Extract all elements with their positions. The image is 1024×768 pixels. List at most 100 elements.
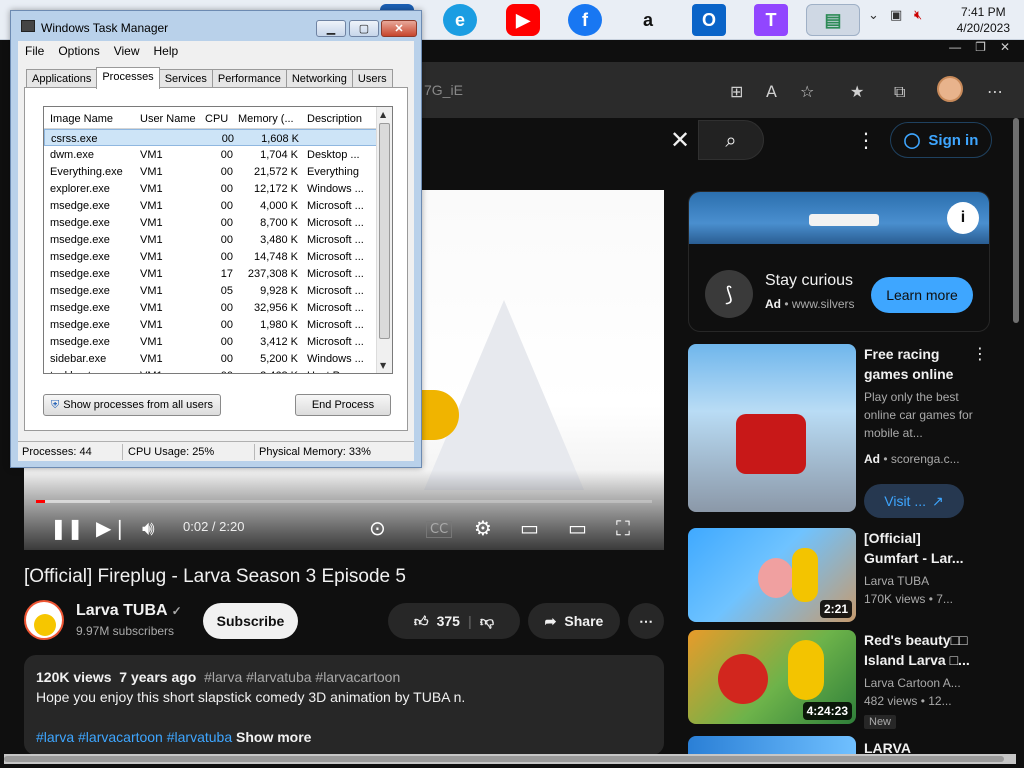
autoplay-toggle-icon[interactable]: ⊙ [369,516,386,540]
learn-more-button[interactable]: Learn more [871,277,973,313]
network-icon[interactable]: ▣ [890,8,902,23]
process-row[interactable]: Everything.exe VM1 00 21,572 K Everything [44,163,378,180]
more-options-icon[interactable]: ⋮ [856,128,876,152]
process-row[interactable]: msedge.exe VM1 00 1,980 K Microsoft ... [44,316,378,333]
process-row[interactable]: sidebar.exe VM1 00 5,200 K Windows ... [44,350,378,367]
edge-icon[interactable]: e [443,4,477,36]
profile-avatar[interactable] [937,76,963,102]
task-manager-window[interactable]: Windows Task Manager ▁ ▢ ✕ File Options … [10,10,422,468]
twitch-icon[interactable]: T [754,4,788,36]
clear-search-icon[interactable]: ✕ [670,126,690,154]
clock[interactable]: 7:41 PM 4/20/2023 [957,4,1010,36]
recommendation-item[interactable]: LARVA [688,736,988,756]
page-scrollbar[interactable] [1013,118,1019,323]
ad-card[interactable]: i ⟆ Stay curious Ad • www.silvers Learn … [688,191,990,332]
process-table-scrollbar[interactable]: ▲ ▼ [376,107,392,373]
channel-name[interactable]: Larva TUBA ✓ [76,602,182,620]
more-actions-button[interactable]: ⋯ [628,603,664,639]
process-row[interactable]: taskhost.exe VM1 00 2,468 K Host Proc... [44,367,378,373]
amazon-icon[interactable]: a [631,4,665,36]
tab-processes[interactable]: Processes [96,67,160,89]
top-hashtags[interactable]: #larva #larvatuba #larvacartoon [204,669,400,685]
task-manager-running-icon[interactable]: ▤ [806,4,860,36]
outlook-icon[interactable]: O [692,4,726,36]
process-row[interactable]: msedge.exe VM1 00 3,480 K Microsoft ... [44,231,378,248]
rec-menu-icon[interactable]: ⋮ [972,344,988,363]
apps-icon[interactable]: ⊞ [730,82,743,101]
like-icon[interactable]: 👍︎ [414,613,429,630]
tm-maximize-button[interactable]: ▢ [349,20,379,37]
collections-icon[interactable]: ⧉ [894,82,905,102]
restore-icon[interactable]: ❐ [975,40,986,58]
col-cpu[interactable]: CPU [205,113,233,125]
process-row[interactable]: dwm.exe VM1 00 1,704 K Desktop ... [44,146,378,163]
recommendation-ad[interactable]: Free racing games online ⋮ Play only the… [688,344,988,518]
larva-thumbnail[interactable] [688,736,856,754]
fullscreen-icon[interactable]: ⛶ [616,516,630,540]
progress-bar[interactable] [36,500,652,503]
menu-options[interactable]: Options [51,41,106,61]
tray-chevron-icon[interactable]: ⌄ [868,8,879,23]
col-user-name[interactable]: User Name [140,113,200,125]
youtube-icon[interactable]: ▶ [506,4,540,36]
favorites-icon[interactable]: ★ [850,82,864,101]
facebook-icon[interactable]: f [568,4,602,36]
process-row[interactable]: msedge.exe VM1 00 8,700 K Microsoft ... [44,214,378,231]
tm-minimize-button[interactable]: ▁ [316,20,346,37]
close-icon[interactable]: ✕ [1000,40,1010,58]
tab-users[interactable]: Users [351,69,393,88]
pause-icon[interactable]: ❚❚ [50,516,84,540]
gumfart-thumbnail[interactable]: 2:21 [688,528,856,622]
channel-avatar[interactable] [24,600,64,640]
tab-services[interactable]: Services [158,69,213,88]
col-description[interactable]: Description [307,113,375,125]
read-aloud-icon[interactable]: A [766,82,777,101]
add-favorite-icon[interactable]: ☆ [800,82,814,101]
island-thumbnail[interactable]: 4:24:23 [688,630,856,724]
tab-networking[interactable]: Networking [285,69,353,88]
miniplayer-icon[interactable]: ▭ [520,516,539,540]
process-table[interactable]: Image Name User Name CPU Memory (... Des… [43,106,393,374]
col-image-name[interactable]: Image Name [50,113,136,125]
process-row[interactable]: explorer.exe VM1 00 12,172 K Windows ... [44,180,378,197]
settings-gear-icon[interactable]: ⚙ [474,516,492,540]
process-row[interactable]: msedge.exe VM1 00 3,412 K Microsoft ... [44,333,378,350]
show-more-link[interactable]: Show more [236,729,311,745]
scroll-down-icon[interactable]: ▼ [380,361,386,370]
process-row[interactable]: msedge.exe VM1 17 237,308 K Microsoft ... [44,265,378,282]
share-button[interactable]: ➦ Share [528,603,620,639]
recommendation-item[interactable]: 4:24:23 Red's beauty□□ Island Larva □...… [688,630,988,729]
recommendation-item[interactable]: 2:21 [Official] Gumfart - Lar... Larva T… [688,528,988,624]
theater-mode-icon[interactable]: ▭ [568,516,587,540]
minimize-icon[interactable]: — [949,40,961,58]
like-count[interactable]: 375 [437,613,460,629]
menu-view[interactable]: View [107,41,147,61]
visit-button[interactable]: Visit ... ↗ [864,484,964,518]
description-box[interactable]: 120K views 7 years ago #larva #larvatuba… [24,655,664,755]
tab-applications[interactable]: Applications [26,69,98,88]
menu-help[interactable]: Help [147,41,186,61]
end-process-button[interactable]: End Process [295,394,391,416]
tm-close-button[interactable]: ✕ [381,20,417,37]
tab-performance[interactable]: Performance [211,69,287,88]
show-all-processes-button[interactable]: ⛨ Show processes from all users [43,394,221,416]
scroll-thumb[interactable] [379,123,390,339]
col-memory[interactable]: Memory (... [238,113,300,125]
next-icon[interactable]: ▶❘ [96,516,128,540]
bottom-hashtags[interactable]: #larva #larvacartoon #larvatuba [36,729,232,745]
scroll-up-icon[interactable]: ▲ [380,110,386,119]
process-row[interactable]: msedge.exe VM1 05 9,928 K Microsoft ... [44,282,378,299]
horizontal-scrollbar[interactable] [4,756,1004,762]
sign-in-button[interactable]: ◯ Sign in [890,122,992,158]
dislike-icon[interactable]: 👎︎ [480,613,494,630]
ad-info-icon[interactable]: i [947,202,979,234]
racing-thumbnail[interactable] [688,344,856,512]
volume-muted-icon[interactable]: 🔇︎ [914,8,922,23]
captions-icon[interactable]: CC [426,521,453,538]
menu-file[interactable]: File [18,41,51,61]
volume-icon[interactable]: 🔊︎ [142,516,155,540]
settings-more-icon[interactable]: ⋯ [987,82,1003,101]
process-row[interactable]: msedge.exe VM1 00 32,956 K Microsoft ... [44,299,378,316]
search-button[interactable]: ⌕ [698,120,764,160]
subscribe-button[interactable]: Subscribe [203,603,298,639]
